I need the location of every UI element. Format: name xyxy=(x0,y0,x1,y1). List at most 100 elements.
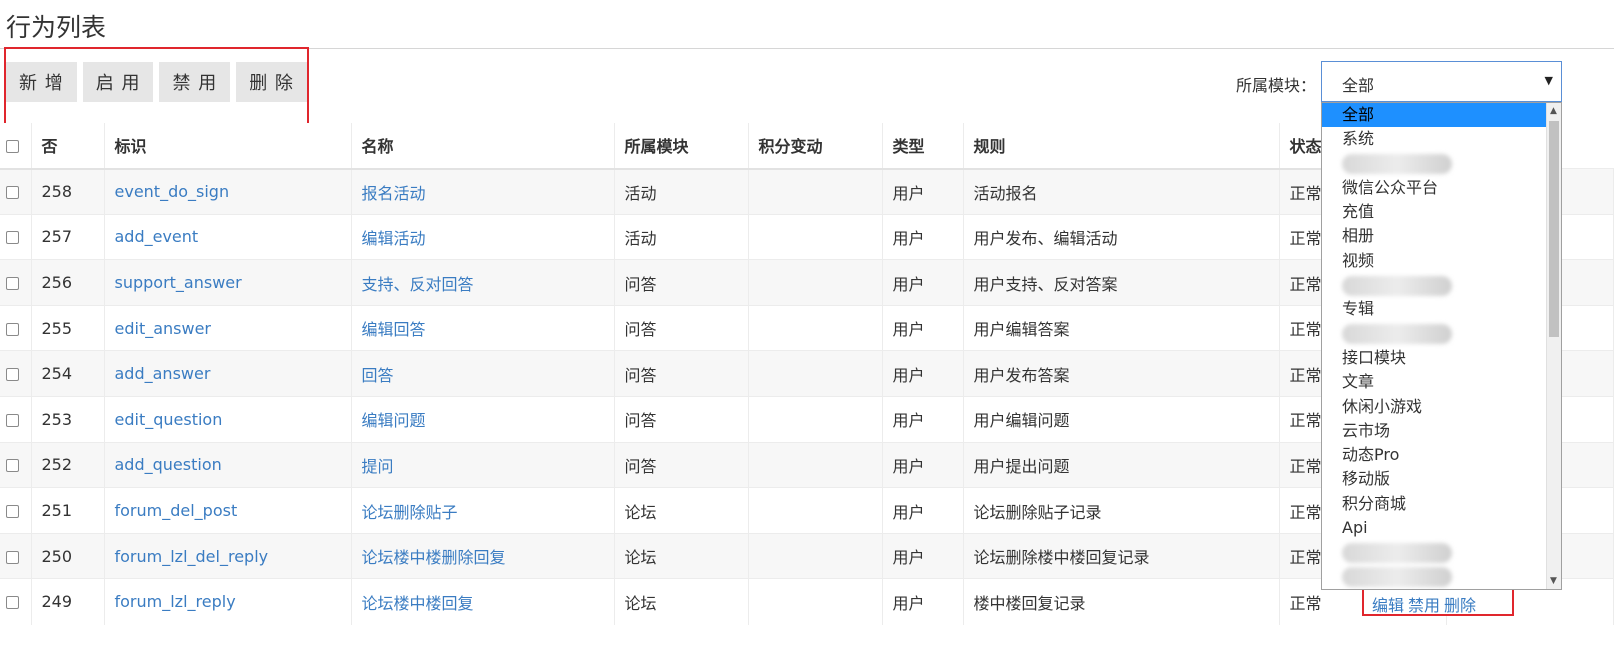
row-checkbox[interactable] xyxy=(0,487,32,534)
cell-type: 用户 xyxy=(882,168,964,215)
redacted-label xyxy=(1342,275,1452,296)
module-filter-select[interactable]: 全部 ▼ xyxy=(1321,61,1562,102)
cell-score xyxy=(748,168,883,215)
cell-ident[interactable]: edit_answer xyxy=(104,304,352,351)
cell-id: 254 xyxy=(31,350,105,397)
checkbox-icon[interactable] xyxy=(6,550,19,564)
cell-name[interactable]: 回答 xyxy=(351,350,615,397)
checkbox-icon[interactable] xyxy=(6,186,19,200)
cell-type: 用户 xyxy=(882,487,964,534)
cell-module: 论坛 xyxy=(614,578,749,625)
cell-ident[interactable]: event_do_sign xyxy=(104,168,352,215)
dropdown-option[interactable]: 专辑 xyxy=(1322,297,1561,321)
row-checkbox[interactable] xyxy=(0,532,32,579)
row-checkbox[interactable] xyxy=(0,259,32,306)
cell-module: 活动 xyxy=(614,213,749,260)
dropdown-option[interactable]: 休闲小游戏 xyxy=(1322,395,1561,419)
cell-rule: 楼中楼回复记录 xyxy=(963,578,1280,625)
cell-ident[interactable]: forum_lzl_del_reply xyxy=(104,532,352,579)
cell-name[interactable]: 报名活动 xyxy=(351,168,615,215)
cell-rule: 活动报名 xyxy=(963,168,1280,215)
cell-score xyxy=(748,396,883,443)
checkbox-icon[interactable] xyxy=(6,596,19,610)
delete-link[interactable]: 删除 xyxy=(1444,596,1476,615)
cell-module: 活动 xyxy=(614,168,749,215)
dropdown-option[interactable]: 相册 xyxy=(1322,224,1561,248)
dropdown-option[interactable] xyxy=(1322,322,1561,346)
dropdown-option[interactable]: 动态Pro xyxy=(1322,443,1561,467)
cell-ident[interactable]: add_question xyxy=(104,441,352,488)
cell-name[interactable]: 编辑问题 xyxy=(351,396,615,443)
dropdown-option[interactable]: 接口模块 xyxy=(1322,346,1561,370)
cell-ident[interactable]: edit_question xyxy=(104,396,352,443)
chevron-down-icon: ▼ xyxy=(1544,74,1553,87)
column-header-score: 积分变动 xyxy=(748,123,883,170)
row-checkbox[interactable] xyxy=(0,304,32,351)
dropdown-option[interactable]: 充值 xyxy=(1322,200,1561,224)
select-all-checkbox[interactable] xyxy=(0,123,32,170)
row-actions-highlight-box: 编辑 禁用 删除 xyxy=(1362,588,1514,616)
checkbox-icon[interactable] xyxy=(6,459,19,473)
cell-name[interactable]: 编辑活动 xyxy=(351,213,615,260)
dropdown-option[interactable]: 视频 xyxy=(1322,249,1561,273)
dropdown-option[interactable]: 积分商城 xyxy=(1322,492,1561,516)
checkbox-icon[interactable] xyxy=(6,322,19,336)
checkbox-icon[interactable] xyxy=(6,505,19,519)
cell-id: 253 xyxy=(31,396,105,443)
row-checkbox[interactable] xyxy=(0,441,32,488)
row-checkbox[interactable] xyxy=(0,578,32,625)
edit-link[interactable]: 编辑 xyxy=(1372,596,1404,615)
cell-module: 问答 xyxy=(614,441,749,488)
cell-ident[interactable]: forum_del_post xyxy=(104,487,352,534)
checkbox-icon[interactable] xyxy=(6,139,19,153)
checkbox-icon[interactable] xyxy=(6,277,19,291)
dropdown-option[interactable]: 云市场 xyxy=(1322,419,1561,443)
cell-module: 问答 xyxy=(614,304,749,351)
dropdown-option[interactable]: 移动版 xyxy=(1322,467,1561,491)
cell-name[interactable]: 论坛楼中楼回复 xyxy=(351,578,615,625)
dropdown-option[interactable]: Api xyxy=(1322,516,1561,540)
column-header-type: 类型 xyxy=(882,123,964,170)
scrollbar-thumb[interactable] xyxy=(1549,121,1559,337)
row-checkbox[interactable] xyxy=(0,168,32,215)
dropdown-option[interactable] xyxy=(1322,540,1561,564)
column-header-ident: 标识 xyxy=(104,123,352,170)
cell-ident[interactable]: forum_lzl_reply xyxy=(104,578,352,625)
checkbox-icon[interactable] xyxy=(6,368,19,382)
row-checkbox[interactable] xyxy=(0,213,32,260)
scroll-up-icon[interactable]: ▲ xyxy=(1550,106,1557,116)
checkbox-icon[interactable] xyxy=(6,231,19,245)
cell-ident[interactable]: support_answer xyxy=(104,259,352,306)
cell-name[interactable]: 编辑回答 xyxy=(351,304,615,351)
dropdown-option[interactable] xyxy=(1322,565,1561,589)
cell-name[interactable]: 论坛楼中楼删除回复 xyxy=(351,532,615,579)
cell-name[interactable]: 支持、反对回答 xyxy=(351,259,615,306)
row-checkbox[interactable] xyxy=(0,396,32,443)
cell-name[interactable]: 论坛删除贴子 xyxy=(351,487,615,534)
dropdown-option[interactable] xyxy=(1322,273,1561,297)
dropdown-option[interactable]: 文章 xyxy=(1322,370,1561,394)
dropdown-option[interactable]: 系统 xyxy=(1322,127,1561,151)
cell-ident[interactable]: add_event xyxy=(104,213,352,260)
cell-rule: 用户编辑答案 xyxy=(963,304,1280,351)
cell-type: 用户 xyxy=(882,396,964,443)
cell-score xyxy=(748,532,883,579)
redacted-label xyxy=(1342,542,1452,563)
cell-rule: 论坛删除楼中楼回复记录 xyxy=(963,532,1280,579)
checkbox-icon[interactable] xyxy=(6,413,19,427)
cell-id: 251 xyxy=(31,487,105,534)
dropdown-scrollbar[interactable]: ▲ ▼ xyxy=(1546,103,1561,589)
dropdown-option[interactable] xyxy=(1322,152,1561,176)
cell-id: 249 xyxy=(31,578,105,625)
disable-link[interactable]: 禁用 xyxy=(1408,596,1440,615)
cell-ident[interactable]: add_answer xyxy=(104,350,352,397)
cell-rule: 用户提出问题 xyxy=(963,441,1280,488)
cell-name[interactable]: 提问 xyxy=(351,441,615,488)
dropdown-option[interactable]: 全部 xyxy=(1322,103,1561,128)
row-checkbox[interactable] xyxy=(0,350,32,397)
cell-score xyxy=(748,441,883,488)
cell-id: 258 xyxy=(31,168,105,215)
dropdown-option[interactable]: 微信公众平台 xyxy=(1322,176,1561,200)
module-dropdown-list[interactable]: 全部 系统微信公众平台 充值 相册 视频专辑接口模块 文章 休闲小游戏 云市场 动态Pro 移动版… xyxy=(1321,102,1562,590)
scroll-down-icon[interactable]: ▼ xyxy=(1550,576,1557,586)
